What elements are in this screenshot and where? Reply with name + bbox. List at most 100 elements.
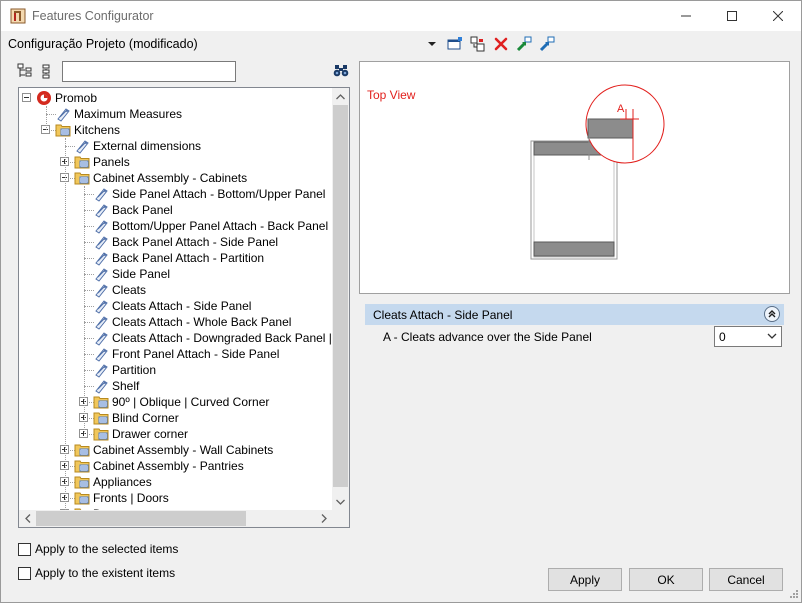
folder-icon [74, 458, 90, 474]
scroll-up-arrow-icon[interactable] [332, 88, 349, 105]
tree-item[interactable]: Side Panel [93, 266, 170, 282]
import-configuration-button[interactable] [515, 36, 532, 53]
feature-tree[interactable]: Promob Maximum Measures Kitchens External d… [18, 87, 350, 528]
feature-tag-icon [55, 106, 71, 122]
tree-item[interactable]: Bottom/Upper Panel Attach - Back Panel [93, 218, 328, 234]
scroll-down-arrow-icon[interactable] [332, 493, 349, 510]
tree-horizontal-scrollbar[interactable] [19, 510, 332, 527]
tree-item[interactable]: Cabinet Assembly - Wall Cabinets [74, 442, 273, 458]
cancel-button[interactable]: Cancel [709, 568, 783, 591]
property-group-header[interactable]: Cleats Attach - Side Panel [365, 304, 784, 325]
tree-item-label: Cleats Attach - Downgraded Back Panel | … [112, 331, 332, 345]
tree-item[interactable]: Shelf [93, 378, 139, 394]
features-configurator-window: Features Configurator Configuração Proje… [0, 0, 802, 603]
tree-item[interactable]: Back Panel [93, 202, 173, 218]
scroll-right-arrow-icon[interactable] [315, 510, 332, 527]
minimize-button[interactable] [663, 1, 709, 31]
window-title: Features Configurator [32, 9, 154, 23]
apply-selected-checkbox[interactable] [18, 542, 31, 556]
dropdown-arrow-button[interactable] [423, 36, 440, 53]
double-chevron-up-icon [768, 310, 776, 318]
tree-item-label: Cabinet Assembly - Pantries [93, 459, 244, 473]
tree-item[interactable]: Panels [74, 154, 130, 170]
tree-item[interactable]: Fronts | Doors [74, 490, 169, 506]
apply-selected-option[interactable]: Apply to the selected items [18, 542, 178, 556]
tree-item[interactable]: Cleats Attach - Side Panel [93, 298, 251, 314]
delete-configuration-button[interactable] [492, 36, 509, 53]
tree-item-label: Blind Corner [112, 411, 179, 425]
feature-tag-icon [93, 202, 109, 218]
tree-item[interactable]: Back Panel Attach - Side Panel [93, 234, 278, 250]
tree-item-label: Front Panel Attach - Side Panel [112, 347, 280, 361]
tree-item[interactable]: Maximum Measures [55, 106, 182, 122]
dropdown-arrow-icon [427, 42, 436, 46]
tree-item-label: 90º | Oblique | Curved Corner [112, 395, 270, 409]
tree-item-label: Maximum Measures [74, 107, 183, 121]
tree-item-label: Cabinet Assembly - Cabinets [93, 171, 248, 185]
resize-grip-icon[interactable] [787, 589, 799, 601]
scroll-left-arrow-icon[interactable] [19, 510, 36, 527]
tree-item[interactable]: Appliances [74, 474, 152, 490]
tree-item[interactable]: Side Panel Attach - Bottom/Upper Panel [93, 186, 325, 202]
folder-icon [74, 442, 90, 458]
apply-existent-option[interactable]: Apply to the existent items [18, 566, 175, 580]
collapse-group-button[interactable] [764, 306, 780, 322]
ok-button[interactable]: OK [629, 568, 703, 591]
feature-tag-icon [74, 138, 90, 154]
title-bar: Features Configurator [1, 1, 801, 31]
tree-item[interactable]: Cabinet Assembly - Cabinets [74, 170, 247, 186]
tree-item-label: Back Panel Attach - Partition [112, 251, 265, 265]
tree-connector [65, 138, 66, 510]
collapse-tree-icon[interactable] [40, 63, 56, 79]
tree-item[interactable]: Cleats Attach - Downgraded Back Panel | … [93, 330, 332, 346]
feature-tag-icon [93, 234, 109, 250]
folder-icon [93, 426, 109, 442]
feature-tag-icon [93, 186, 109, 202]
collapse-node-icon[interactable] [22, 93, 31, 102]
tree-item-label: Panels [93, 155, 130, 169]
minimize-icon [681, 15, 691, 17]
search-input[interactable] [62, 61, 236, 82]
tree-item[interactable]: Cleats [93, 282, 146, 298]
binoculars-search-icon[interactable] [333, 63, 349, 79]
copy-configuration-button[interactable] [469, 36, 486, 53]
tree-item[interactable]: Partition [93, 362, 156, 378]
feature-tag-icon [93, 314, 109, 330]
horizontal-scroll-thumb[interactable] [36, 511, 246, 526]
chevron-down-icon [767, 333, 777, 339]
tree-item-label: Side Panel Attach - Bottom/Upper Panel [112, 187, 326, 201]
new-configuration-button[interactable] [446, 36, 463, 53]
tree-item[interactable]: Kitchens [55, 122, 120, 138]
tree-item-label: Appliances [93, 475, 152, 489]
tree-item[interactable]: Cleats Attach - Whole Back Panel [93, 314, 291, 330]
feature-preview: Top View A [359, 61, 790, 294]
vertical-scroll-thumb[interactable] [333, 105, 348, 487]
apply-button[interactable]: Apply [548, 568, 622, 591]
tree-item-label: Shelf [112, 379, 140, 393]
delete-icon [494, 37, 507, 51]
apply-existent-checkbox[interactable] [18, 566, 31, 580]
expand-tree-icon[interactable] [17, 63, 33, 79]
tree-item-label: Cleats Attach - Side Panel [112, 299, 252, 313]
tree-item[interactable]: Cabinet Assembly - Pantries [74, 458, 244, 474]
tree-item[interactable]: 90º | Oblique | Curved Corner [93, 394, 269, 410]
folder-icon [74, 154, 90, 170]
export-configuration-button[interactable] [538, 36, 555, 53]
tree-item-label: Bottom/Upper Panel Attach - Back Panel [112, 219, 329, 233]
tree-item[interactable]: External dimensions [74, 138, 201, 154]
configuration-label: Configuração Projeto (modificado) [8, 37, 198, 51]
feature-tag-icon [93, 378, 109, 394]
tree-vertical-scrollbar[interactable] [332, 88, 349, 510]
export-icon [539, 36, 554, 52]
feature-tag-icon [93, 282, 109, 298]
tree-item[interactable]: Promob [36, 90, 97, 106]
tree-item[interactable]: Front Panel Attach - Side Panel [93, 346, 279, 362]
close-button[interactable] [755, 1, 801, 31]
tree-item-label: Cleats Attach - Whole Back Panel [112, 315, 292, 329]
tree-item[interactable]: Drawer corner [93, 426, 188, 442]
property-value-select[interactable]: 0 [714, 326, 782, 347]
tree-item[interactable]: Blind Corner [93, 410, 179, 426]
feature-tag-icon [93, 362, 109, 378]
maximize-button[interactable] [709, 1, 755, 31]
tree-item[interactable]: Back Panel Attach - Partition [93, 250, 264, 266]
